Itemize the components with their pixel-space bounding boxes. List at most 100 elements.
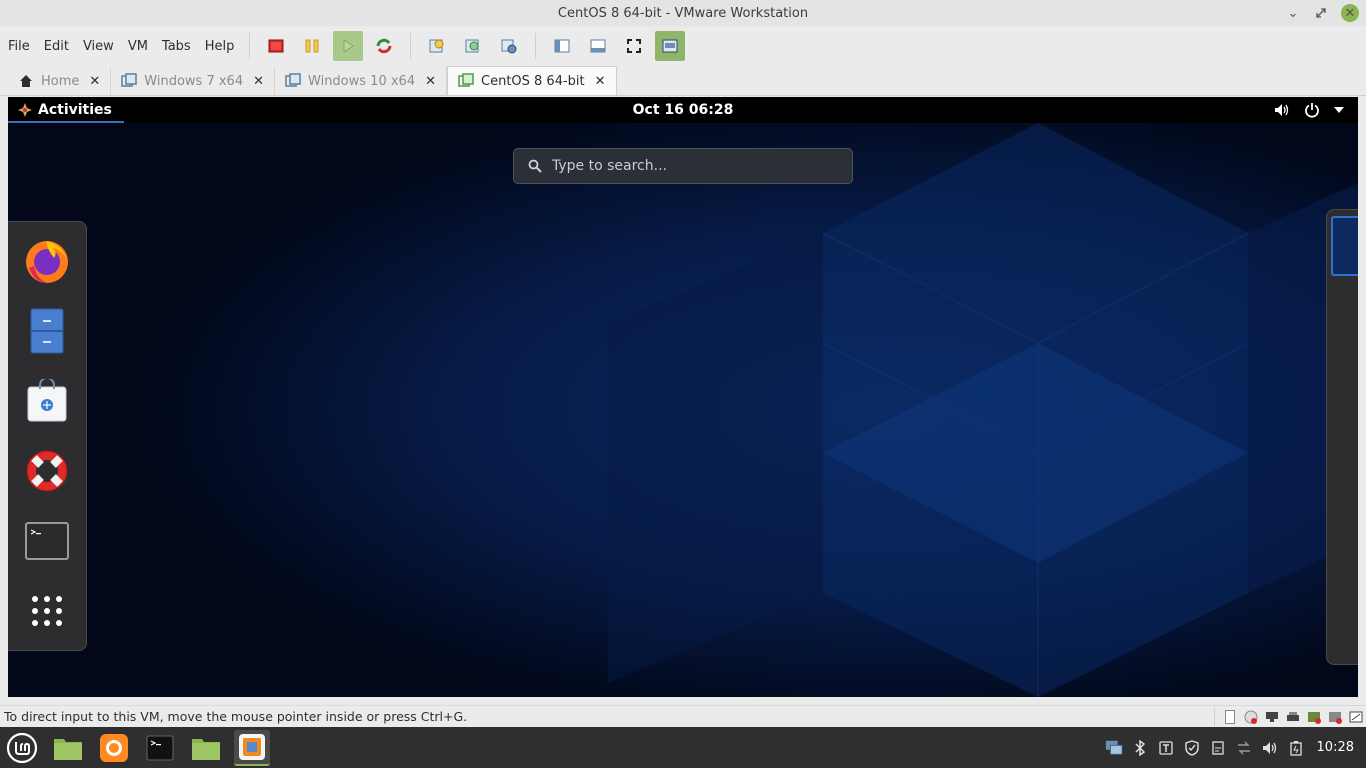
workspace-thumbnail[interactable] [1331, 216, 1358, 276]
restart-icon [376, 38, 392, 54]
workspace-switcher[interactable] [1326, 209, 1358, 665]
taskbar-firefox[interactable] [96, 730, 132, 766]
folder-icon [192, 738, 220, 760]
sound-card-icon[interactable] [1326, 710, 1343, 724]
menu-tabs[interactable]: Tabs [155, 39, 198, 54]
dash-help[interactable] [24, 448, 70, 494]
cd-dvd-icon[interactable] [1242, 710, 1259, 724]
vm-display[interactable]: Activities Oct 16 06:28 Type to search..… [8, 97, 1358, 697]
volume-icon [1274, 103, 1290, 117]
dash-files[interactable] [24, 308, 70, 354]
vmware-icon [239, 733, 265, 760]
minimize-icon[interactable]: ⌄ [1284, 4, 1302, 22]
printer-icon[interactable] [1284, 710, 1301, 724]
mint-menu-icon [6, 732, 38, 763]
device-status-icons [1214, 708, 1364, 726]
power-off-icon [268, 39, 284, 53]
usb-controller-icon[interactable] [1305, 710, 1322, 724]
window-title: CentOS 8 64-bit - VMware Workstation [557, 5, 809, 21]
dash-software[interactable] [24, 378, 70, 424]
menu-file[interactable]: File [1, 39, 37, 54]
tab-home[interactable]: Home ✕ [8, 67, 112, 95]
revert-snapshot-icon [465, 39, 479, 53]
snapshot-button[interactable] [422, 31, 452, 61]
power-off-button[interactable] [261, 31, 291, 61]
power-on-icon [343, 39, 355, 53]
taskbar-files[interactable] [50, 730, 86, 766]
suspend-icon [305, 39, 319, 53]
tab-label: Windows 7 x64 [144, 73, 244, 89]
toolbar-separator [535, 33, 537, 59]
files-icon [30, 308, 64, 354]
taskbar-vmware[interactable] [234, 729, 270, 766]
close-icon[interactable]: ✕ [1341, 4, 1359, 22]
guest-clock[interactable]: Oct 16 06:28 [8, 102, 1358, 118]
tab-label: CentOS 8 64-bit [481, 73, 585, 89]
taskbar-terminal[interactable] [142, 730, 178, 766]
maximize-icon[interactable] [1312, 4, 1330, 22]
fullscreen-button[interactable] [619, 31, 649, 61]
activities-label: Activities [38, 102, 112, 118]
host-taskbar: 10:28 [0, 727, 1366, 768]
tab-label: Home [41, 73, 80, 89]
tab-close-icon[interactable]: ✕ [89, 74, 100, 89]
tab-windows-7[interactable]: Windows 7 x64 ✕ [111, 67, 276, 95]
search-icon [528, 159, 542, 173]
help-icon [26, 450, 68, 492]
notes-icon[interactable] [1209, 739, 1227, 757]
host-clock[interactable]: 10:28 [1317, 740, 1354, 755]
thumbnail-bar-button[interactable] [583, 31, 613, 61]
power-on-button[interactable] [333, 31, 364, 61]
menu-view[interactable]: View [76, 39, 121, 54]
floppy-icon[interactable] [1221, 710, 1238, 724]
menu-vm[interactable]: VM [121, 39, 155, 54]
window-titlebar[interactable]: CentOS 8 64-bit - VMware Workstation ⌄ ✕ [0, 0, 1366, 26]
centos-logo-icon [18, 103, 32, 117]
firefox-icon [100, 733, 128, 762]
menu-help[interactable]: Help [198, 39, 242, 54]
bluetooth-icon[interactable] [1131, 739, 1149, 757]
fullscreen-icon [627, 39, 642, 53]
power-icon [1304, 102, 1320, 118]
mint-menu-button[interactable] [4, 730, 40, 766]
home-icon [18, 73, 34, 89]
tab-close-icon[interactable]: ✕ [253, 74, 264, 89]
unity-button[interactable] [655, 31, 686, 61]
tab-close-icon[interactable]: ✕ [425, 74, 436, 89]
battery-icon[interactable] [1287, 739, 1305, 757]
search-placeholder: Type to search... [552, 158, 667, 174]
tab-label: Windows 10 x64 [308, 73, 416, 89]
gnome-top-bar: Activities Oct 16 06:28 [8, 97, 1358, 123]
thumbnail-bar-icon [590, 39, 606, 53]
menu-edit[interactable]: Edit [37, 39, 76, 54]
revert-snapshot-button[interactable] [458, 31, 488, 61]
manage-snapshots-button[interactable] [494, 31, 524, 61]
manage-snapshots-icon [501, 39, 517, 54]
activities-button[interactable]: Activities [8, 97, 124, 123]
restart-button[interactable] [369, 31, 399, 61]
vm-tab-bar: Home ✕ Windows 7 x64 ✕ Windows 10 x64 ✕ … [0, 66, 1366, 96]
software-icon [27, 379, 67, 422]
tab-windows-10[interactable]: Windows 10 x64 ✕ [275, 67, 447, 95]
guest-system-menu[interactable] [1274, 97, 1344, 123]
show-library-button[interactable] [547, 31, 577, 61]
suspend-button[interactable] [297, 31, 327, 61]
vmware-tray-icon[interactable] [1105, 739, 1123, 757]
keyboard-layout-icon[interactable] [1157, 739, 1175, 757]
taskbar-file-manager[interactable] [188, 730, 224, 766]
search-input[interactable]: Type to search... [513, 148, 853, 184]
volume-icon[interactable] [1261, 739, 1279, 757]
tab-centos-8[interactable]: CentOS 8 64-bit ✕ [447, 66, 617, 95]
dash-firefox[interactable] [24, 238, 70, 284]
terminal-icon [25, 522, 69, 560]
display-icon[interactable] [1347, 710, 1364, 724]
dash-show-applications[interactable] [24, 588, 70, 634]
network-disconnected-icon[interactable] [1235, 739, 1253, 757]
vm-icon [121, 73, 138, 89]
snapshot-icon [429, 39, 444, 53]
vm-icon [458, 73, 474, 89]
tab-close-icon[interactable]: ✕ [595, 74, 606, 89]
update-shield-icon[interactable] [1183, 739, 1201, 757]
dash-terminal[interactable] [24, 518, 70, 564]
network-icon[interactable] [1263, 710, 1280, 724]
